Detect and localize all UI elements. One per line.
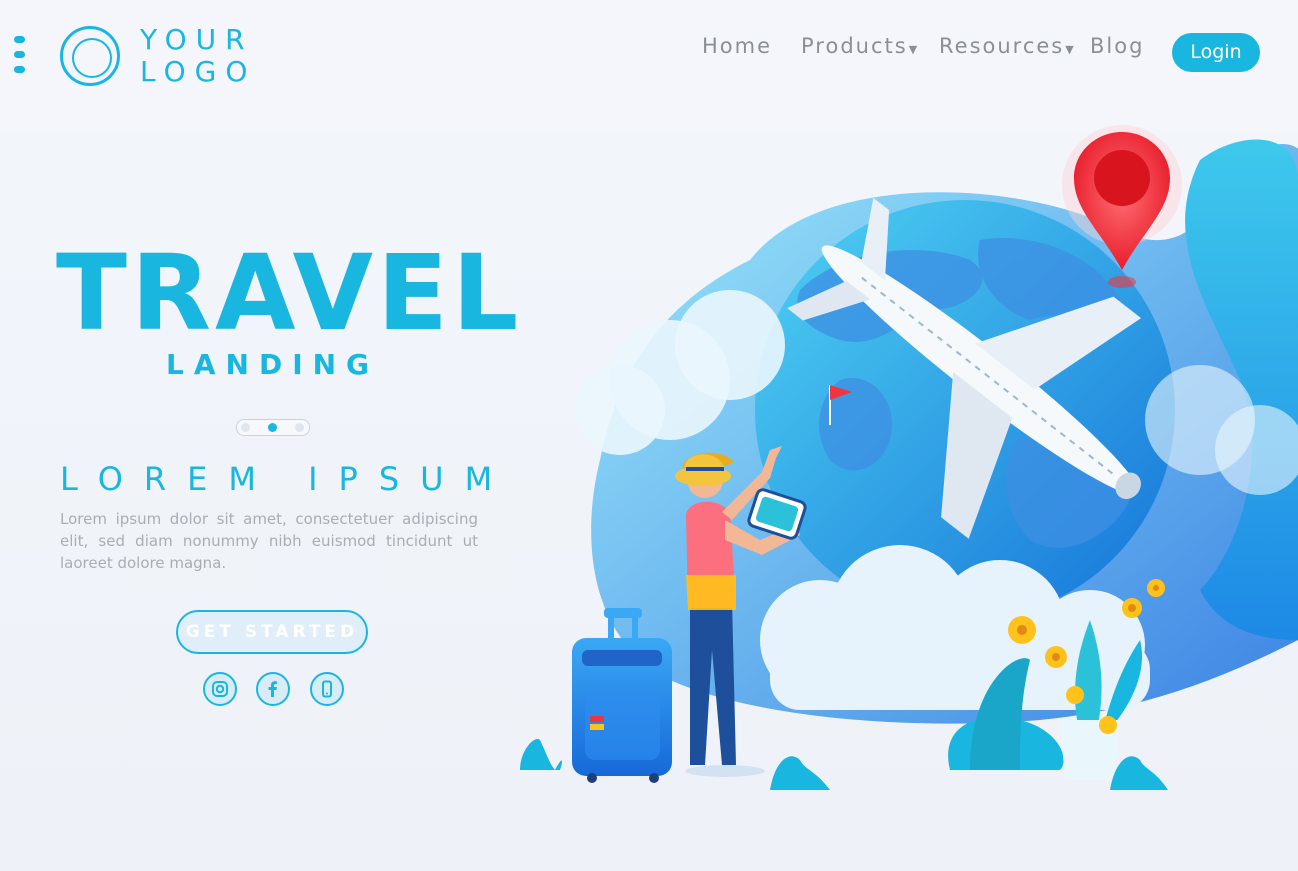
- facebook-icon[interactable]: [256, 672, 290, 706]
- chevron-down-icon: ▼: [908, 43, 920, 56]
- get-started-button[interactable]: GET STARTED: [176, 610, 368, 654]
- hero-subtitle: LANDING: [166, 348, 380, 381]
- section-heading: LOREM IPSUM: [60, 460, 514, 498]
- logo-mark[interactable]: [60, 26, 120, 86]
- logo-line-1: YOUR: [140, 23, 254, 56]
- travel-illustration: [520, 125, 1298, 790]
- nav-blog-label: Blog: [1090, 34, 1145, 58]
- hamburger-menu-icon[interactable]: [14, 36, 28, 76]
- instagram-icon[interactable]: [203, 672, 237, 706]
- nav-products-label: Products: [801, 34, 908, 58]
- carousel-dot[interactable]: [295, 423, 304, 432]
- nav-home[interactable]: Home: [702, 34, 772, 58]
- nav-products[interactable]: Products▼: [801, 34, 919, 58]
- nav-resources[interactable]: Resources▼: [939, 34, 1076, 58]
- phone-icon[interactable]: [310, 672, 344, 706]
- logo-line-2: LOGO: [140, 55, 257, 88]
- nav-resources-label: Resources: [939, 34, 1065, 58]
- nav-blog[interactable]: Blog: [1090, 34, 1144, 58]
- carousel-indicator: [236, 419, 310, 436]
- hero-title: TRAVEL: [56, 232, 523, 354]
- carousel-dot[interactable]: [241, 423, 250, 432]
- logo-text[interactable]: YOUR LOGO: [140, 24, 256, 88]
- section-body: Lorem ipsum dolor sit amet, consectetuer…: [60, 510, 478, 572]
- carousel-dot-active[interactable]: [268, 423, 277, 432]
- nav-home-label: Home: [702, 34, 773, 58]
- login-button[interactable]: Login: [1172, 33, 1260, 72]
- chevron-down-icon: ▼: [1065, 43, 1076, 56]
